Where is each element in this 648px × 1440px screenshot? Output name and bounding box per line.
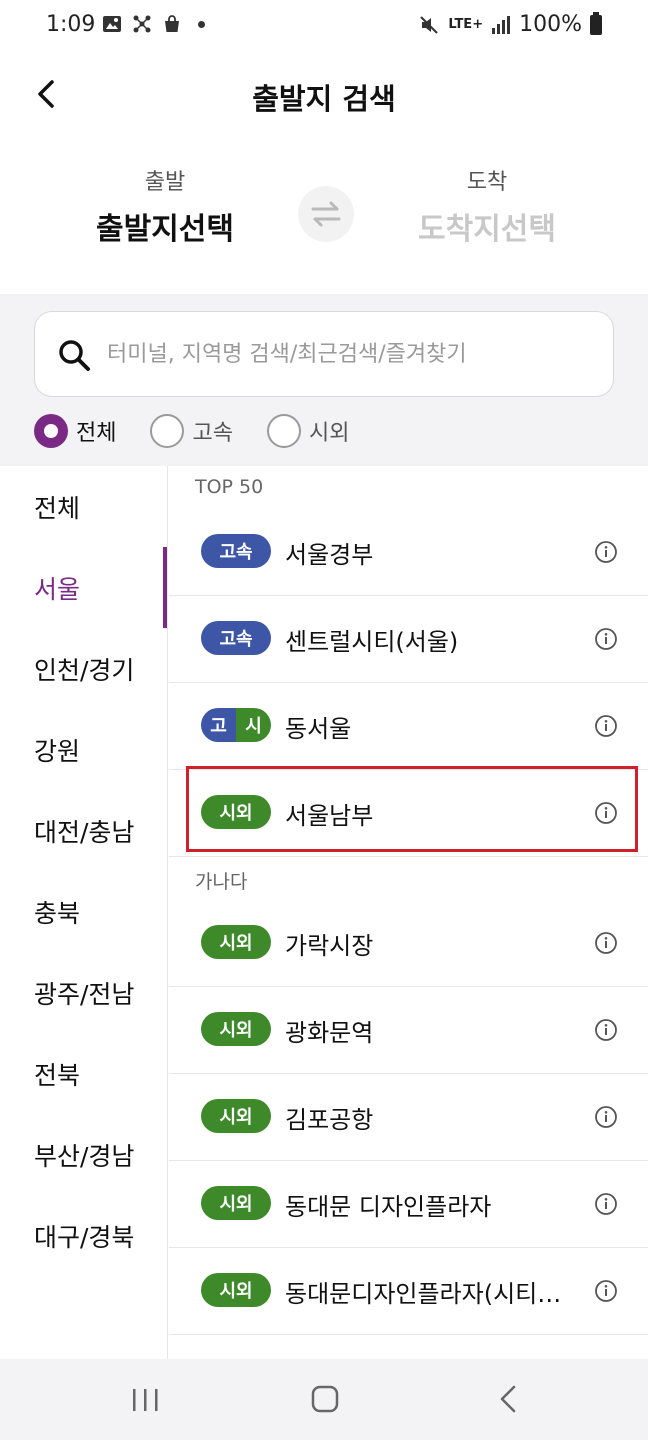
arrival-value: 도착지선택	[418, 212, 556, 247]
terminal-row[interactable]: 고속 서울경부	[169, 509, 648, 596]
terminal-list: TOP 50 고속 서울경부 고속 센트럴시티(서울) 고시 동서울 시외 서울…	[169, 466, 648, 1359]
mute-icon	[420, 15, 439, 34]
arrival-selector[interactable]: 도착 도착지선택	[357, 164, 617, 248]
terminal-row[interactable]: 시외 서울남부	[169, 770, 648, 857]
region-item-daegu-gyeongbuk[interactable]: 대구/경북	[0, 1195, 167, 1276]
signal-icon	[492, 15, 511, 34]
terminal-name: 동대문디자인플라자(시티…	[285, 1280, 562, 1308]
express-badge: 고속	[201, 621, 271, 655]
terminal-type-filter: 전체 고속 시외	[34, 414, 349, 448]
back-nav-icon[interactable]	[478, 1379, 538, 1419]
intercity-badge: 시외	[201, 1099, 271, 1133]
lte-indicator: LTE+	[448, 17, 484, 32]
region-item-seoul[interactable]: 서울	[0, 547, 167, 628]
page-title: 출발지 검색	[252, 82, 396, 116]
arrival-label: 도착	[466, 170, 508, 195]
terminal-row[interactable]: 고시 동서울	[169, 683, 648, 770]
radio-unselected-icon	[150, 414, 185, 448]
info-icon[interactable]	[594, 627, 618, 651]
terminal-name: 동서울	[285, 715, 352, 743]
intercity-badge: 시외	[201, 1012, 271, 1046]
shopping-bag-icon	[165, 15, 179, 32]
departure-label: 출발	[144, 170, 186, 195]
info-icon[interactable]	[594, 540, 618, 564]
more-notifications-dot	[198, 20, 205, 28]
info-icon[interactable]	[594, 1279, 618, 1303]
terminal-row[interactable]: 시외 가락시장	[169, 900, 648, 987]
info-icon[interactable]	[594, 1018, 618, 1042]
section-label-alpha: 가나다	[195, 871, 248, 893]
battery-icon	[590, 11, 602, 35]
intercity-badge: 시외	[201, 925, 271, 959]
info-icon[interactable]	[594, 801, 618, 825]
filter-intercity-label: 시외	[308, 421, 350, 446]
region-item-gangwon[interactable]: 강원	[0, 709, 167, 790]
intercity-badge: 시외	[201, 1186, 271, 1220]
info-icon[interactable]	[594, 714, 618, 738]
radio-unselected-icon	[266, 414, 301, 448]
filter-all[interactable]: 전체	[34, 414, 116, 448]
swap-arrows-icon	[311, 201, 341, 227]
express-badge: 고속	[201, 534, 271, 568]
search-area: 전체 고속 시외	[0, 294, 648, 466]
region-item-gwangju-jeonnam[interactable]: 광주/전남	[0, 952, 167, 1033]
terminal-row[interactable]: 시외 김포공항	[169, 1074, 648, 1161]
intercity-badge: 시외	[201, 1273, 271, 1307]
region-item-incheon-gyeonggi[interactable]: 인천/경기	[0, 628, 167, 709]
system-nav-bar	[0, 1359, 648, 1440]
status-right: LTE+ 100%	[418, 11, 602, 37]
terminal-row[interactable]: 고속 센트럴시티(서울)	[169, 596, 648, 683]
terminal-name: 센트럴시티(서울)	[285, 628, 459, 656]
terminal-name: 김포공항	[285, 1106, 374, 1134]
terminal-row[interactable]: 시외 동대문디자인플라자(시티…	[169, 1248, 648, 1335]
search-input[interactable]	[107, 330, 597, 378]
home-icon[interactable]	[295, 1379, 355, 1419]
intercity-badge: 시외	[201, 795, 271, 829]
status-notification-icons	[102, 14, 205, 34]
region-item-all[interactable]: 전체	[0, 466, 167, 547]
route-selector: 출발 출발지선택 도착 도착지선택	[0, 136, 648, 294]
region-item-daejeon-chungnam[interactable]: 대전/충남	[0, 790, 167, 871]
swap-button[interactable]	[298, 186, 354, 242]
terminal-name: 서울경부	[285, 541, 374, 569]
terminal-row[interactable]: 시외 광화문역	[169, 987, 648, 1074]
express-intercity-badge: 고시	[201, 708, 271, 742]
filter-express[interactable]: 고속	[150, 414, 233, 448]
filter-intercity[interactable]: 시외	[266, 414, 350, 448]
terminal-name: 서울남부	[285, 802, 374, 830]
departure-value: 출발지선택	[96, 212, 234, 247]
region-item-jeonbuk[interactable]: 전북	[0, 1033, 167, 1114]
info-icon[interactable]	[594, 1105, 618, 1129]
recent-apps-icon[interactable]	[115, 1379, 175, 1419]
terminal-name: 광화문역	[285, 1019, 374, 1047]
search-box[interactable]	[34, 311, 614, 397]
terminal-name: 동대문 디자인플라자	[285, 1193, 492, 1221]
info-icon[interactable]	[594, 931, 618, 955]
terminal-row-partial[interactable]	[169, 1335, 648, 1359]
departure-selector[interactable]: 출발 출발지선택	[35, 164, 295, 248]
status-bar: 1:09 LTE+ 100%	[0, 0, 648, 52]
region-item-chungbuk[interactable]: 충북	[0, 871, 167, 952]
search-icon	[59, 340, 90, 371]
status-time: 1:09	[46, 12, 96, 37]
region-item-busan-gyeongnam[interactable]: 부산/경남	[0, 1114, 167, 1195]
terminal-row[interactable]: 시외 동대문 디자인플라자	[169, 1161, 648, 1248]
section-label-top: TOP 50	[195, 476, 264, 498]
region-list: 전체 서울 인천/경기 강원 대전/충남 충북 광주/전남 전북 부산/경남 대…	[0, 466, 168, 1359]
terminal-name: 가락시장	[285, 932, 374, 960]
app-header: 출발지 검색	[0, 52, 648, 136]
network-icon	[133, 15, 151, 33]
radio-selected-icon	[34, 414, 68, 448]
filter-express-label: 고속	[192, 421, 233, 446]
info-icon[interactable]	[594, 1192, 618, 1216]
battery-percent: 100%	[519, 12, 582, 37]
gallery-icon	[103, 16, 121, 32]
filter-all-label: 전체	[76, 421, 117, 446]
